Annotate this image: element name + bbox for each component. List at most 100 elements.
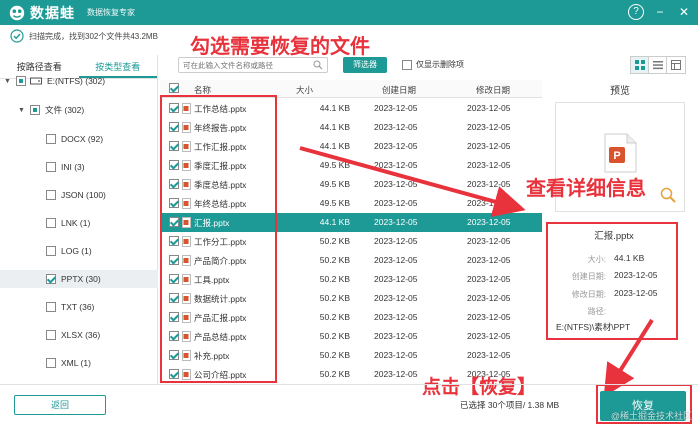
title-bar: 数据蛙 数据恢复专家 ? − ✕ [0, 0, 698, 25]
tree-item[interactable]: XML (1) [0, 354, 158, 372]
tree-item-label: E:(NTFS) (302) [47, 76, 106, 86]
search-input[interactable] [183, 60, 303, 70]
file-modified-date: 2023-12-05 [467, 122, 511, 132]
file-size: 50.2 KB [319, 255, 350, 265]
search-box[interactable] [178, 57, 328, 73]
zoom-icon[interactable] [660, 187, 676, 203]
sidebar: 按路径查看 按类型查看 ▼ E:(NTFS) (302) ▼ 文件 (302) DOCX… [0, 55, 158, 385]
file-modified-date: 2023-12-05 [467, 274, 511, 284]
filter-button[interactable]: 筛选器 [343, 57, 387, 73]
tree-item-checkbox[interactable] [46, 358, 56, 368]
tree-item-label: JSON (100) [61, 190, 106, 200]
file-size: 50.2 KB [319, 236, 350, 246]
file-created-date: 2023-12-05 [374, 141, 418, 151]
status-text: 扫描完成，找到302个文件共43.2MB [29, 31, 158, 41]
file-size: 49.5 KB [319, 179, 350, 189]
file-modified-date: 2023-12-05 [467, 293, 511, 303]
back-button[interactable]: 返回 [14, 395, 106, 415]
file-modified-date: 2023-12-05 [467, 236, 511, 246]
file-created-date: 2023-12-05 [374, 293, 418, 303]
tree-item[interactable]: LNK (1) [0, 214, 158, 232]
file-created-date: 2023-12-05 [374, 179, 418, 189]
file-size: 49.5 KB [319, 198, 350, 208]
file-size: 49.5 KB [319, 160, 350, 170]
tree-item[interactable]: TXT (36) [0, 298, 158, 316]
tree-item-label: LOG (1) [61, 246, 92, 256]
pptx-file-icon: P [604, 133, 637, 173]
detail-view-button[interactable] [667, 57, 685, 73]
tree-item-checkbox[interactable] [46, 302, 56, 312]
tree-item-label: PPTX (30) [61, 274, 101, 284]
file-modified-date: 2023-12-05 [467, 255, 511, 265]
only-deleted-toggle[interactable]: 仅显示删除项 [402, 59, 464, 70]
header-modified[interactable]: 修改日期 [476, 84, 510, 96]
file-size: 50.2 KB [319, 331, 350, 341]
grid-view-button[interactable] [631, 57, 649, 73]
file-size: 44.1 KB [319, 141, 350, 151]
view-switcher [630, 56, 686, 74]
tree-item-checkbox[interactable] [46, 190, 56, 200]
tree-item[interactable]: ▼ 文件 (302) [0, 101, 158, 119]
tree-item-checkbox[interactable] [46, 134, 56, 144]
close-button[interactable]: ✕ [676, 4, 692, 20]
file-created-date: 2023-12-05 [374, 122, 418, 132]
help-button[interactable]: ? [628, 4, 644, 20]
tree-item-checkbox[interactable] [46, 162, 56, 172]
file-size: 44.1 KB [319, 217, 350, 227]
only-deleted-checkbox[interactable] [402, 59, 412, 70]
file-modified-date: 2023-12-05 [467, 198, 511, 208]
frog-logo-icon [9, 5, 25, 20]
tree-item-checkbox[interactable] [46, 218, 56, 228]
check-circle-icon [10, 29, 24, 43]
file-created-date: 2023-12-05 [374, 217, 418, 227]
file-created-date: 2023-12-05 [374, 350, 418, 360]
search-icon[interactable] [313, 60, 323, 70]
tree-item-checkbox[interactable] [46, 246, 56, 256]
file-size: 50.2 KB [319, 369, 350, 379]
header-created[interactable]: 创建日期 [382, 84, 416, 96]
tree-item[interactable]: ▼ E:(NTFS) (302) [0, 72, 158, 90]
file-modified-date: 2023-12-05 [467, 141, 511, 151]
tree-item[interactable]: INI (3) [0, 158, 158, 176]
file-created-date: 2023-12-05 [374, 369, 418, 379]
drive-icon [30, 77, 42, 85]
tree-item-label: 文件 (302) [45, 105, 85, 115]
tree-item-checkbox[interactable] [46, 330, 56, 340]
grid-view-icon [634, 60, 645, 70]
file-modified-date: 2023-12-05 [467, 312, 511, 322]
watermark-text: @稀土掘金技术社区 [610, 411, 692, 421]
tree-item-checkbox[interactable] [46, 274, 56, 284]
tree-item[interactable]: XLSX (36) [0, 326, 158, 344]
file-modified-date: 2023-12-05 [467, 179, 511, 189]
bottom-bar: 返回 已选择 30个项目/ 1.38 MB 恢复 @稀土掘金技术社区 [0, 384, 698, 426]
select-all-checkbox[interactable] [169, 83, 179, 93]
file-created-date: 2023-12-05 [374, 255, 418, 265]
file-size: 50.2 KB [319, 274, 350, 284]
preview-title: 预览 [610, 86, 630, 97]
file-modified-date: 2023-12-05 [467, 160, 511, 170]
file-size: 50.2 KB [319, 293, 350, 303]
tree-item[interactable]: PPTX (30) [0, 270, 158, 288]
tree-item-label: TXT (36) [61, 302, 95, 312]
annotation-select-files: 勾选需要恢复的文件 [190, 34, 370, 58]
file-created-date: 2023-12-05 [374, 236, 418, 246]
header-size[interactable]: 大小 [296, 84, 313, 96]
file-created-date: 2023-12-05 [374, 312, 418, 322]
tree-item-label: DOCX (92) [61, 134, 104, 144]
tree-item[interactable]: LOG (1) [0, 242, 158, 260]
app-name: 数据蛙 [30, 4, 75, 21]
tree-item[interactable]: JSON (100) [0, 186, 158, 204]
tree-item-label: XML (1) [61, 358, 91, 368]
file-modified-date: 2023-12-05 [467, 331, 511, 341]
minimize-button[interactable]: − [652, 4, 668, 20]
tree-item[interactable]: DOCX (92) [0, 130, 158, 148]
list-view-button[interactable] [649, 57, 667, 73]
file-created-date: 2023-12-05 [374, 160, 418, 170]
annotation-box-file-list [160, 95, 277, 383]
expand-chevron-icon[interactable]: ▼ [18, 107, 26, 114]
file-size: 50.2 KB [319, 312, 350, 322]
tree-item-checkbox[interactable] [16, 76, 26, 86]
tree-item-checkbox[interactable] [30, 105, 40, 115]
expand-chevron-icon[interactable]: ▼ [4, 78, 12, 85]
scan-status: 扫描完成，找到302个文件共43.2MB [10, 27, 158, 45]
